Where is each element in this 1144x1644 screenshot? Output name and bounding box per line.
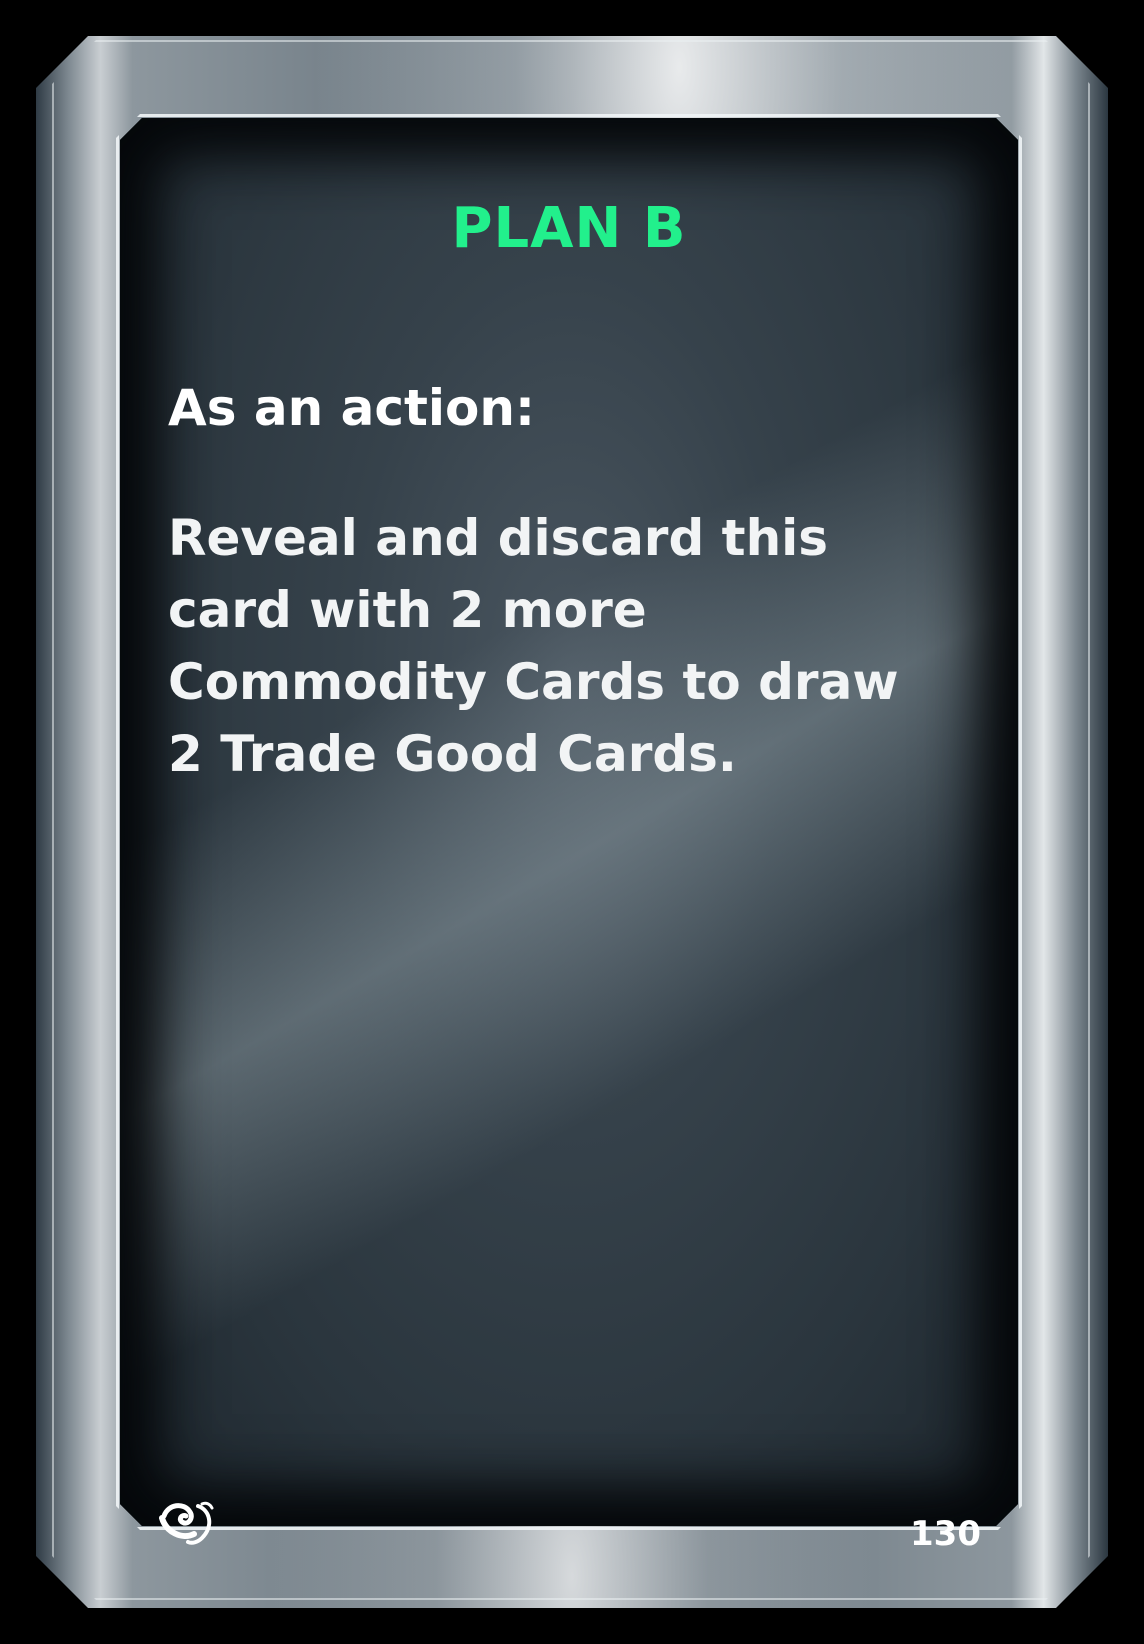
card-title: PLAN B bbox=[451, 196, 687, 261]
card-number: 130 bbox=[910, 1514, 981, 1554]
card-body-text: Reveal and discard this card with 2 more… bbox=[168, 509, 899, 783]
card-lead-text: As an action: bbox=[168, 379, 535, 437]
card-panel-vignette bbox=[120, 118, 1018, 1526]
card-page: PLAN B As an action: Reveal and discard … bbox=[0, 0, 1144, 1644]
swirl-logo-icon bbox=[159, 1501, 214, 1545]
